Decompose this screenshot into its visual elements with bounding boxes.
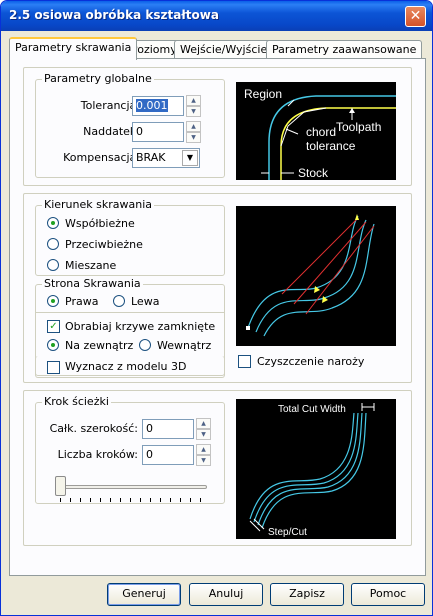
climb-radio[interactable] [47,217,59,229]
cut-side-title: Strona Skrawania [42,277,143,290]
left-side-radio[interactable] [113,295,125,307]
region-label: Region [244,87,282,101]
tab-advanced-parameters[interactable]: Parametry zaawansowane [266,40,423,59]
global-parameters-group: Parametry globalne Tolerancja: 0.001 ▲ ▼ … [35,72,225,178]
inside-radio[interactable] [139,339,151,351]
corner-clean-checkbox[interactable] [238,355,251,368]
save-button[interactable]: Zapisz [270,583,344,606]
compensation-select[interactable]: BRAK ▼ [132,148,200,168]
right-side-label[interactable]: Prawa [65,295,98,308]
step-count-label: Liczba kroków: [57,448,138,461]
step-section: Krok ścieżki Całk. szerokość: 0 ▲ ▼ Liczb… [23,390,412,546]
step-title: Krok ścieżki [42,395,111,408]
outside-label[interactable]: Na zewnątrz [65,339,133,352]
tab-entry-exit[interactable]: Wejście/Wyjście [174,40,274,59]
from-model-row: Wyznacz z modelu 3D [35,356,225,378]
step-slider-track[interactable] [55,485,207,489]
inside-label[interactable]: Wewnątrz [157,339,211,352]
total-width-input[interactable]: 0 [142,419,194,439]
tolerance-spinner[interactable]: ▲ ▼ [186,95,201,117]
step-diagram: Total Cut Width Step/Cut [236,399,396,539]
closed-curves-checkbox[interactable]: ✓ [47,320,60,333]
generate-button[interactable]: Generuj [107,583,181,606]
toolpath-label: Toolpath [336,120,381,134]
compensation-label: Kompensacja: [63,151,140,164]
global-parameters-title: Parametry globalne [42,72,154,85]
global-section: Parametry globalne Tolerancja: 0.001 ▲ ▼ … [23,67,412,186]
allowance-spinner[interactable]: ▲ ▼ [186,121,201,143]
title-bar: 2.5 osiowa obróbka kształtowa ✕ [1,1,432,31]
dialog-window: 2.5 osiowa obróbka kształtowa ✕ Parametr… [0,0,433,616]
corner-clean-label[interactable]: Czyszczenie naroży [257,355,364,368]
step-cut-label: Step/Cut [268,527,307,538]
cut-direction-diagram [236,206,396,346]
divider [36,312,224,313]
step-count-spinner[interactable]: ▲ ▼ [196,444,211,466]
tab-cutting-parameters[interactable]: Parametry skrawania [9,37,138,60]
left-side-label[interactable]: Lewa [131,295,159,308]
chord-tolerance-label: tolerance [306,139,356,153]
close-button[interactable]: ✕ [405,6,426,27]
window-title: 2.5 osiowa obróbka kształtowa [9,8,219,22]
from-model-label[interactable]: Wyznacz z modelu 3D [65,360,186,373]
right-side-radio[interactable] [47,295,59,307]
total-width-spinner[interactable]: ▲ ▼ [196,418,211,440]
stock-label: Stock [298,166,329,180]
step-slider-thumb[interactable] [55,476,66,496]
help-button[interactable]: Pomoc [351,583,425,606]
climb-label[interactable]: Współbieżne [65,217,135,230]
step-group: Krok ścieżki Całk. szerokość: 0 ▲ ▼ Liczb… [35,395,225,504]
conventional-radio[interactable] [47,238,59,250]
tolerance-diagram: Region Toolpath chord tolerance Stock [236,82,396,180]
cancel-button[interactable]: Anuluj [189,583,263,606]
conventional-label[interactable]: Przeciwbieżne [65,238,143,251]
mixed-radio[interactable] [47,259,59,271]
chord-label: chord [306,125,336,139]
cut-direction-group: Kierunek skrawania Współbieżne Przeciwbi… [35,198,225,276]
mixed-label[interactable]: Mieszane [65,259,116,272]
allowance-input[interactable]: 0 [132,122,184,142]
step-count-input[interactable]: 0 [142,445,194,465]
tolerance-input[interactable]: 0.001 [132,96,184,116]
chevron-down-icon: ▼ [182,150,198,166]
direction-section: Kierunek skrawania Współbieżne Przeciwbi… [23,193,412,383]
closed-curves-label[interactable]: Obrabiaj krzywe zamknięte [65,320,215,333]
total-width-label: Całk. szerokość: [49,422,138,435]
outside-radio[interactable] [47,339,59,351]
from-model-checkbox[interactable] [47,361,60,374]
total-cut-width-label: Total Cut Width [278,404,346,415]
cut-direction-title: Kierunek skrawania [42,198,155,211]
